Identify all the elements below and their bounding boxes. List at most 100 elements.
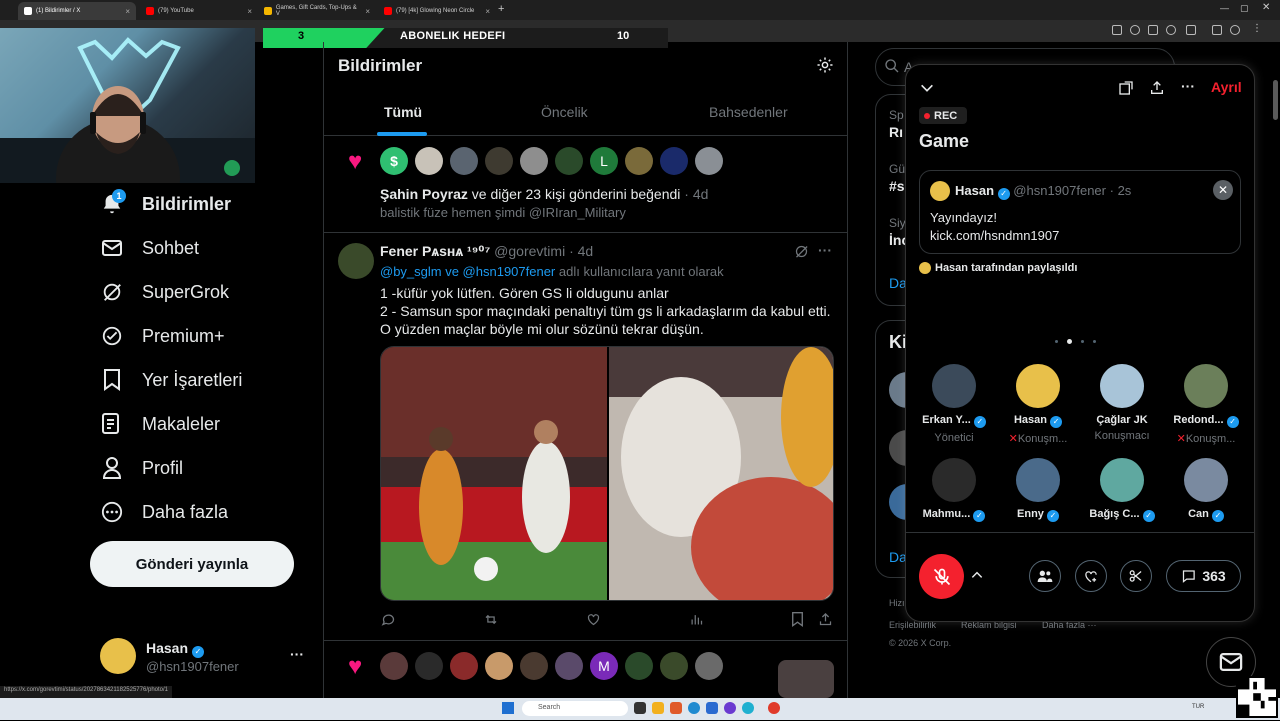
download-icon[interactable] [1212,25,1222,35]
people-icon[interactable] [1029,560,1061,592]
new-tab-button[interactable]: + [498,3,504,15]
avatar[interactable] [520,147,548,175]
heart-add-icon[interactable] [1075,560,1107,592]
like-notification-text[interactable]: Şahin Poyraz ve diğer 23 kişi gönderini … [380,186,708,202]
avatar[interactable] [415,652,443,680]
tweet-author-handle[interactable]: @gorevtimi [494,243,565,259]
page-dot-active[interactable] [1067,339,1072,344]
scissors-icon[interactable] [1120,560,1152,592]
mic-muted-button[interactable] [919,554,964,599]
nav-item-articles[interactable]: Makaleler [100,406,220,442]
app-icon[interactable] [742,702,754,714]
speaker[interactable]: Mahmu... ✓ [917,458,991,522]
browser-tab-neon[interactable]: (79) [4k] Glowing Neon Circle × [378,2,496,20]
app-icon[interactable] [724,702,736,714]
scrollbar[interactable] [1273,80,1278,120]
avatar[interactable] [450,652,478,680]
post-button[interactable]: Gönderi yayınla [90,541,294,587]
browser-tab-youtube[interactable]: (79) YouTube × [140,2,258,20]
minimize-space-icon[interactable] [1118,80,1134,101]
nav-item-more[interactable]: Daha fazla [100,494,228,530]
gear-icon[interactable] [816,56,836,76]
profile-icon[interactable] [1230,25,1240,35]
close-icon[interactable]: × [125,7,130,16]
nav-item-premium[interactable]: Premium+ [100,318,225,354]
comments-button[interactable]: 363 [1166,560,1241,592]
input-language[interactable]: TUR [1192,704,1204,710]
extension-icon[interactable] [1112,25,1122,35]
nav-item-chat[interactable]: Sohbet [100,230,199,266]
tweet-more-icon[interactable]: ··· [818,242,832,258]
nav-item-supergrok[interactable]: SuperGrok [100,274,229,310]
avatar[interactable] [338,243,374,279]
trend-fragment[interactable]: #s [889,178,905,194]
app-icon[interactable] [634,702,646,714]
media-thumbnail[interactable] [778,660,834,698]
avatar[interactable] [485,147,513,175]
avatar[interactable] [555,147,583,175]
maximize-icon[interactable]: ▢ [1240,3,1249,14]
leave-button[interactable]: Ayrıl [1211,79,1242,95]
extensions-puzzle-icon[interactable] [1186,25,1196,35]
window-close-icon[interactable]: ✕ [1262,2,1270,13]
edge-icon[interactable] [688,702,700,714]
page-dot[interactable] [1081,340,1084,343]
browser-tab-x[interactable]: (1) Bildirimler / X × [18,2,136,20]
store-icon[interactable] [706,702,718,714]
avatar[interactable]: M [590,652,618,680]
minimize-icon[interactable]: — [1220,3,1229,13]
avatar[interactable]: $ [380,147,408,175]
account-switcher[interactable]: Hasan ✓ @hsn1907fener ··· [100,638,310,678]
tab-mentions[interactable]: Bahsedenler [709,104,788,120]
browser-tab-games[interactable]: Games, Gift Cards, Top-Ups & V × [258,2,376,20]
close-icon[interactable]: × [485,7,490,16]
bookmark-icon[interactable] [791,612,807,628]
speaker[interactable]: Hasan ✓ ✕Konuşm... [1001,364,1075,445]
reply-icon[interactable] [381,612,397,628]
more-icon[interactable]: ··· [1181,78,1195,94]
chevron-up-icon[interactable] [970,568,984,587]
app-icon[interactable] [670,702,682,714]
tweet-media[interactable] [380,346,834,601]
avatar[interactable] [555,652,583,680]
speaker[interactable]: Bağış C... ✓ [1085,458,1159,522]
like-icon[interactable] [586,612,602,628]
avatar[interactable] [625,652,653,680]
nav-item-bookmarks[interactable]: Yer İşaretleri [100,362,242,398]
avatar[interactable]: L [590,147,618,175]
avatar[interactable] [695,652,723,680]
star-icon[interactable] [1166,25,1176,35]
avatar[interactable] [695,147,723,175]
close-icon[interactable]: × [247,7,252,16]
pinned-line[interactable]: kick.com/hsndmn1907 [930,227,1059,245]
folder-icon[interactable] [652,702,664,714]
windows-start-icon[interactable] [502,702,514,714]
share-icon[interactable] [818,612,834,628]
retweet-icon[interactable] [483,612,499,628]
nav-item-notifications[interactable]: 1 Bildirimler [100,186,231,222]
share-icon[interactable] [1148,25,1158,35]
speaker[interactable]: Erkan Y... ✓ Yönetici [917,364,991,444]
account-more-icon[interactable]: ··· [290,646,304,662]
close-icon[interactable]: × [365,7,370,16]
avatar[interactable] [660,147,688,175]
avatar[interactable] [660,652,688,680]
views-icon[interactable] [689,612,705,628]
page-dot[interactable] [1055,340,1058,343]
page-dot[interactable] [1093,340,1096,343]
tweet-author-name[interactable]: Fener Pѧsнѧ ¹⁹⁰⁷ [380,243,490,259]
avatar[interactable] [450,147,478,175]
speaker[interactable]: Çağlar JK Konuşmacı [1085,364,1159,442]
grok-icon[interactable] [794,244,810,260]
trend-fragment[interactable]: Rı [889,124,903,140]
reply-to-users[interactable]: @by_sglm ve @hsn1907fener [380,264,555,279]
taskbar-search[interactable]: Search [522,701,628,716]
chevron-down-icon[interactable] [919,80,935,101]
avatar[interactable] [625,147,653,175]
share-icon[interactable] [1149,80,1165,101]
speaker[interactable]: Redond... ✓ ✕Konuşm... [1169,364,1243,445]
tab-all[interactable]: Tümü [384,104,422,120]
speaker[interactable]: Can ✓ [1169,458,1243,522]
avatar[interactable] [485,652,513,680]
speaker[interactable]: Enny ✓ [1001,458,1075,522]
